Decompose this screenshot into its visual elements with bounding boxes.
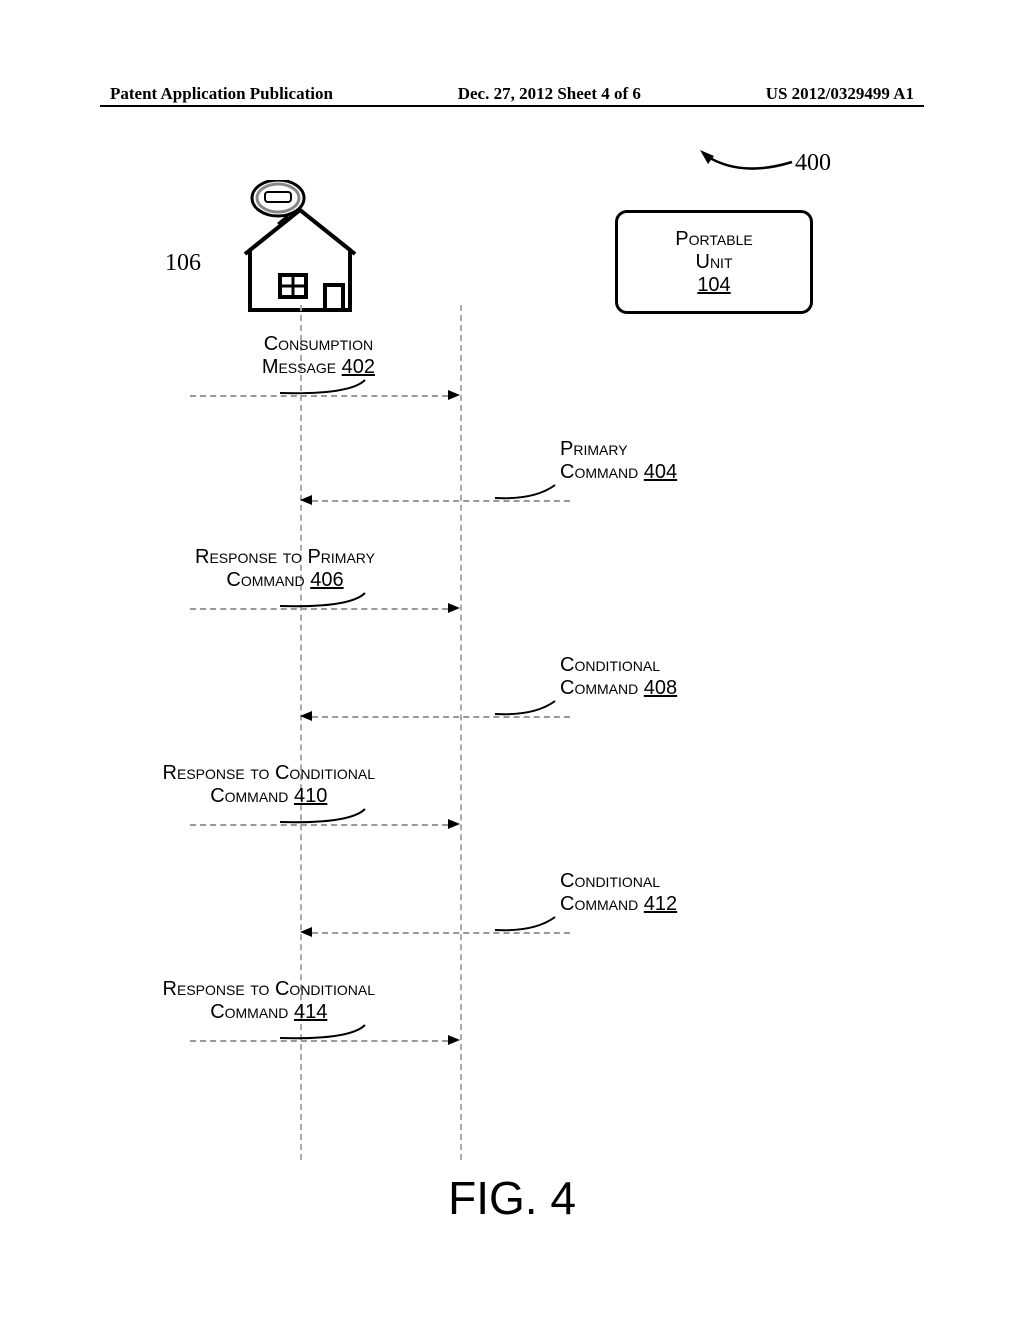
header-publication: Patent Application Publication — [110, 84, 333, 104]
header-docnum: US 2012/0329499 A1 — [766, 84, 914, 104]
header-divider — [100, 105, 924, 107]
sequence-diagram: 400 106 — [100, 150, 920, 1170]
figure-caption: FIG. 4 — [0, 1171, 1024, 1225]
leader-line-icon — [100, 150, 920, 1170]
header-date-sheet: Dec. 27, 2012 Sheet 4 of 6 — [458, 84, 641, 104]
